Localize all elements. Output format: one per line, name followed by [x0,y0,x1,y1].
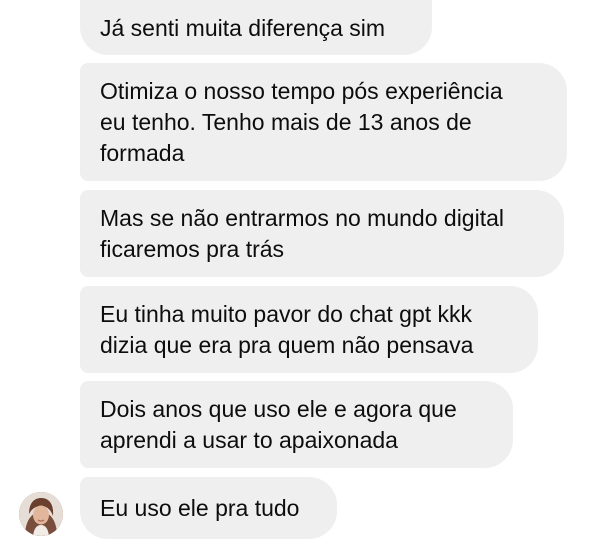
message-bubble[interactable]: Dois anos que uso ele e agora que aprend… [80,381,513,468]
message-bubble[interactable]: Eu tinha muito pavor do chat gpt kkk diz… [80,286,538,373]
sender-avatar[interactable] [19,492,63,536]
message-bubble[interactable]: Eu uso ele pra tudo [80,477,337,539]
chat-thread: Já senti muita diferença sim Otimiza o n… [0,0,589,550]
message-bubble[interactable]: Otimiza o nosso tempo pós experiência eu… [80,63,567,181]
profile-photo-icon [19,492,63,536]
message-bubble[interactable]: Já senti muita diferença sim [80,0,432,55]
message-bubble[interactable]: Mas se não entrarmos no mundo digital fi… [80,190,564,277]
